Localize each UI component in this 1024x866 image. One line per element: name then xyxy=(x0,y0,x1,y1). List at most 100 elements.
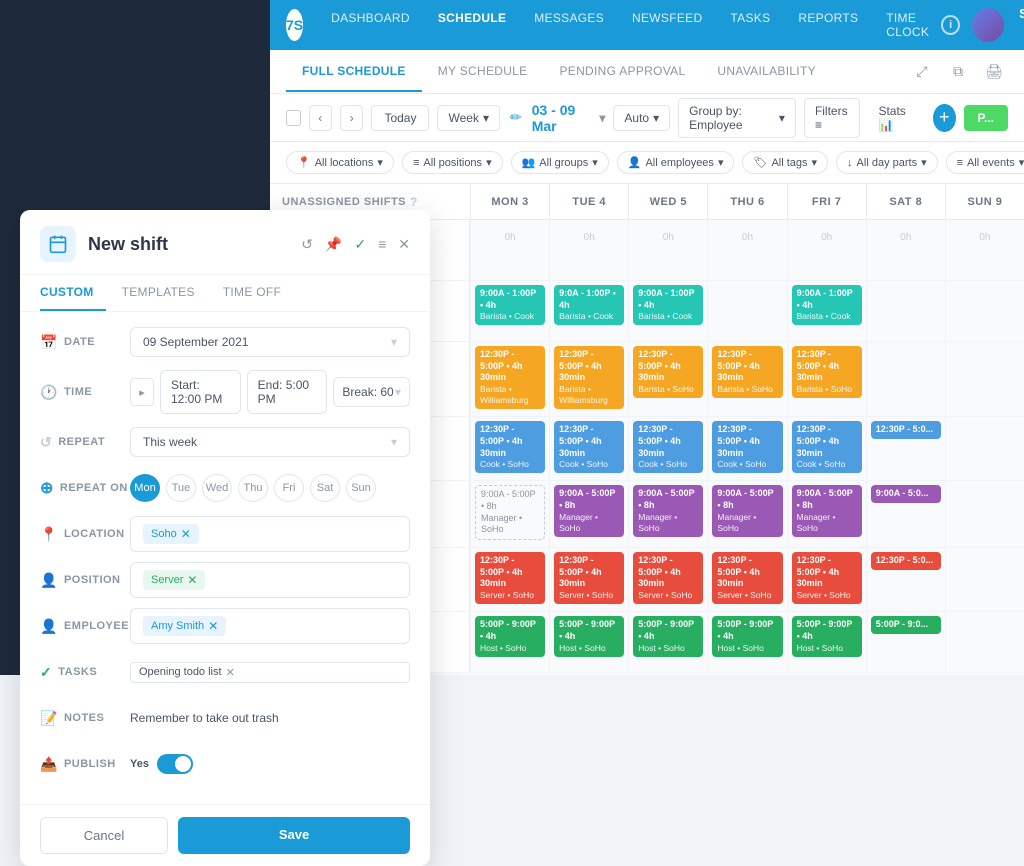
shift-block[interactable]: 12:30P - 5:00P • 4h 30minCook • SoHo xyxy=(633,421,703,473)
filter-employees[interactable]: 👤All employees xyxy=(617,151,735,174)
employee-input[interactable]: Amy Smith ✕ xyxy=(130,608,410,644)
cell-cook-fri[interactable]: 12:30P - 5:00P • 4h 30minCook • SoHo xyxy=(787,417,866,480)
shift-block[interactable]: 12:30P - 5:00P • 4h 30minServer • SoHo xyxy=(475,552,545,604)
shift-block[interactable]: 5:00P - 9:00P • 4hHost • SoHo xyxy=(792,616,862,656)
cell-barista-tue[interactable]: 9:0A - 1:00P • 4hBarista • Cook xyxy=(549,281,628,341)
cell-host-mon[interactable]: 5:00P - 9:00P • 4hHost • SoHo xyxy=(470,612,549,672)
tab-pending-approval[interactable]: PENDING APPROVAL xyxy=(543,52,701,92)
location-tag-close[interactable]: ✕ xyxy=(181,527,191,541)
nav-newsfeed[interactable]: NEWSFEED xyxy=(620,5,714,45)
time-start-input[interactable]: Start: 12:00 PM xyxy=(160,370,241,414)
nav-time-clock[interactable]: TIME CLOCK xyxy=(874,5,941,45)
filter-locations[interactable]: 📍All locations xyxy=(286,151,394,174)
cell-server-thu[interactable]: 12:30P - 5:00P • 4h 30minServer • SoHo xyxy=(707,548,786,611)
shift-block[interactable]: 12:30P - 5:00P • 4h 30minBarista • SoHo xyxy=(792,346,862,398)
cell-server-fri[interactable]: 12:30P - 5:00P • 4h 30minServer • SoHo xyxy=(787,548,866,611)
cell-cook-wed[interactable]: 12:30P - 5:00P • 4h 30minCook • SoHo xyxy=(628,417,707,480)
cell-host-wed[interactable]: 5:00P - 9:00P • 4hHost • SoHo xyxy=(628,612,707,672)
group-by-button[interactable]: Group by: Employee xyxy=(678,98,796,138)
cell-server-sat[interactable]: 12:30P - 5:0... xyxy=(866,548,945,611)
day-chip-fri[interactable]: Fri xyxy=(274,474,304,502)
shift-block[interactable]: 12:30P - 5:00P • 4h 30minServer • SoHo xyxy=(554,552,624,604)
select-all-checkbox[interactable] xyxy=(286,110,301,126)
shift-block[interactable]: 12:30P - 5:00P • 4h 30minServer • SoHo xyxy=(792,552,862,604)
stats-button[interactable]: Stats 📊 xyxy=(868,99,925,137)
shift-block[interactable]: 9:0A - 1:00P • 4hBarista • Cook xyxy=(554,285,624,325)
shift-block[interactable]: 9:00A - 1:00P • 4hBarista • Cook xyxy=(475,285,545,325)
cell-cook-sun[interactable] xyxy=(945,417,1024,480)
prev-week-button[interactable]: ‹ xyxy=(309,105,332,131)
shift-block[interactable]: 12:30P - 5:00P • 4h 30minCook • SoHo xyxy=(475,421,545,473)
time-arrow-up[interactable]: ▸ xyxy=(130,378,154,406)
day-chip-thu[interactable]: Thu xyxy=(238,474,268,502)
filter-day-parts[interactable]: ↓All day parts xyxy=(836,151,938,174)
nav-schedule[interactable]: SCHEDULE xyxy=(426,5,518,45)
cell-cook-mon[interactable]: 12:30P - 5:00P • 4h 30minCook • SoHo xyxy=(470,417,549,480)
cell-barista-fri[interactable]: 9:00A - 1:00P • 4hBarista • Cook xyxy=(787,281,866,341)
cell2-mon[interactable]: 12:30P - 5:00P • 4h 30minBarista • Willi… xyxy=(470,342,549,416)
cell-barista-sun[interactable] xyxy=(945,281,1024,341)
cell-host-thu[interactable]: 5:00P - 9:00P • 4hHost • SoHo xyxy=(707,612,786,672)
cell-host-sat[interactable]: 5:00P - 9:0... xyxy=(866,612,945,672)
cell-manager-wed[interactable]: 9:00A - 5:00P • 8hManager • SoHo xyxy=(628,481,707,547)
cell2-fri[interactable]: 12:30P - 5:00P • 4h 30minBarista • SoHo xyxy=(787,342,866,416)
publish-toggle[interactable] xyxy=(157,754,193,774)
cell-barista-mon[interactable]: 9:00A - 1:00P • 4hBarista • Cook xyxy=(470,281,549,341)
shift-block[interactable]: 5:00P - 9:00P • 4hHost • SoHo xyxy=(633,616,703,656)
cell2-wed[interactable]: 12:30P - 5:00P • 4h 30minBarista • SoHo xyxy=(628,342,707,416)
close-icon[interactable]: ✕ xyxy=(398,236,410,253)
filter-groups[interactable]: 👥All groups xyxy=(511,151,609,174)
check-icon[interactable]: ✓ xyxy=(354,236,366,253)
copy-icon[interactable]: ⧉ xyxy=(944,58,972,86)
shift-block[interactable]: 12:30P - 5:0... xyxy=(871,421,941,439)
shift-block[interactable]: 12:30P - 5:00P • 4h 30minBarista • Willi… xyxy=(554,346,624,409)
day-chip-sun[interactable]: Sun xyxy=(346,474,376,502)
shift-block[interactable]: 5:00P - 9:0... xyxy=(871,616,941,634)
today-button[interactable]: Today xyxy=(371,105,429,131)
cancel-button[interactable]: Cancel xyxy=(40,817,168,854)
task-close-icon[interactable]: ✕ xyxy=(226,666,235,679)
expand-icon[interactable]: ⤢ xyxy=(908,58,936,86)
info-icon[interactable]: i xyxy=(941,15,960,35)
day-chip-tue[interactable]: Tue xyxy=(166,474,196,502)
cell-cook-tue[interactable]: 12:30P - 5:00P • 4h 30minCook • SoHo xyxy=(549,417,628,480)
shift-block[interactable]: 9:00A - 1:00P • 4hBarista • Cook xyxy=(633,285,703,325)
cell-host-sun[interactable] xyxy=(945,612,1024,672)
cell-cook-sat[interactable]: 12:30P - 5:0... xyxy=(866,417,945,480)
tab-unavailability[interactable]: UNAVAILABILITY xyxy=(701,52,831,92)
next-week-button[interactable]: › xyxy=(340,105,363,131)
cell-host-fri[interactable]: 5:00P - 9:00P • 4hHost • SoHo xyxy=(787,612,866,672)
position-input[interactable]: Server ✕ xyxy=(130,562,410,598)
cell-server-wed[interactable]: 12:30P - 5:00P • 4h 30minServer • SoHo xyxy=(628,548,707,611)
shift-block[interactable]: 12:30P - 5:00P • 4h 30minCook • SoHo xyxy=(554,421,624,473)
cell-host-tue[interactable]: 5:00P - 9:00P • 4hHost • SoHo xyxy=(549,612,628,672)
employee-tag-close[interactable]: ✕ xyxy=(208,619,218,633)
shift-block[interactable]: 12:30P - 5:00P • 4h 30minCook • SoHo xyxy=(792,421,862,473)
shift-block[interactable]: 12:30P - 5:00P • 4h 30minBarista • SoHo xyxy=(712,346,782,398)
cell-barista-wed[interactable]: 9:00A - 1:00P • 4hBarista • Cook xyxy=(628,281,707,341)
cell-manager-sun[interactable] xyxy=(945,481,1024,547)
nav-messages[interactable]: MESSAGES xyxy=(522,5,616,45)
shift-block[interactable]: 12:30P - 5:00P • 4h 30minBarista • Willi… xyxy=(475,346,545,409)
position-tag-close[interactable]: ✕ xyxy=(187,573,197,587)
notes-input[interactable] xyxy=(130,711,410,725)
shift-block[interactable]: 5:00P - 9:00P • 4hHost • SoHo xyxy=(475,616,545,656)
shift-block[interactable]: 12:30P - 5:00P • 4h 30minServer • SoHo xyxy=(712,552,782,604)
day-chip-mon[interactable]: Mon xyxy=(130,474,160,502)
tab-my-schedule[interactable]: MY SCHEDULE xyxy=(422,52,544,92)
print-icon[interactable]: 🖨 xyxy=(980,58,1008,86)
day-chip-wed[interactable]: Wed xyxy=(202,474,232,502)
filter-positions[interactable]: ≡All positions xyxy=(402,151,503,174)
nav-dashboard[interactable]: DASHBOARD xyxy=(319,5,422,45)
publish-button[interactable]: P... xyxy=(964,105,1008,131)
filter-events[interactable]: ≡All events xyxy=(946,151,1024,174)
shift-block[interactable]: 5:00P - 9:00P • 4hHost • SoHo xyxy=(554,616,624,656)
filters-button[interactable]: Filters ≡ xyxy=(804,98,861,138)
repeat-input[interactable]: This week ▾ xyxy=(130,427,410,457)
tasks-input[interactable]: Opening todo list ✕ xyxy=(130,662,410,683)
tab-custom[interactable]: CUSTOM xyxy=(40,275,106,311)
auto-button[interactable]: Auto xyxy=(613,105,670,131)
cell-manager-fri[interactable]: 9:00A - 5:00P • 8hManager • SoHo xyxy=(787,481,866,547)
nav-tasks[interactable]: TASKS xyxy=(718,5,782,45)
cell-server-tue[interactable]: 12:30P - 5:00P • 4h 30minServer • SoHo xyxy=(549,548,628,611)
